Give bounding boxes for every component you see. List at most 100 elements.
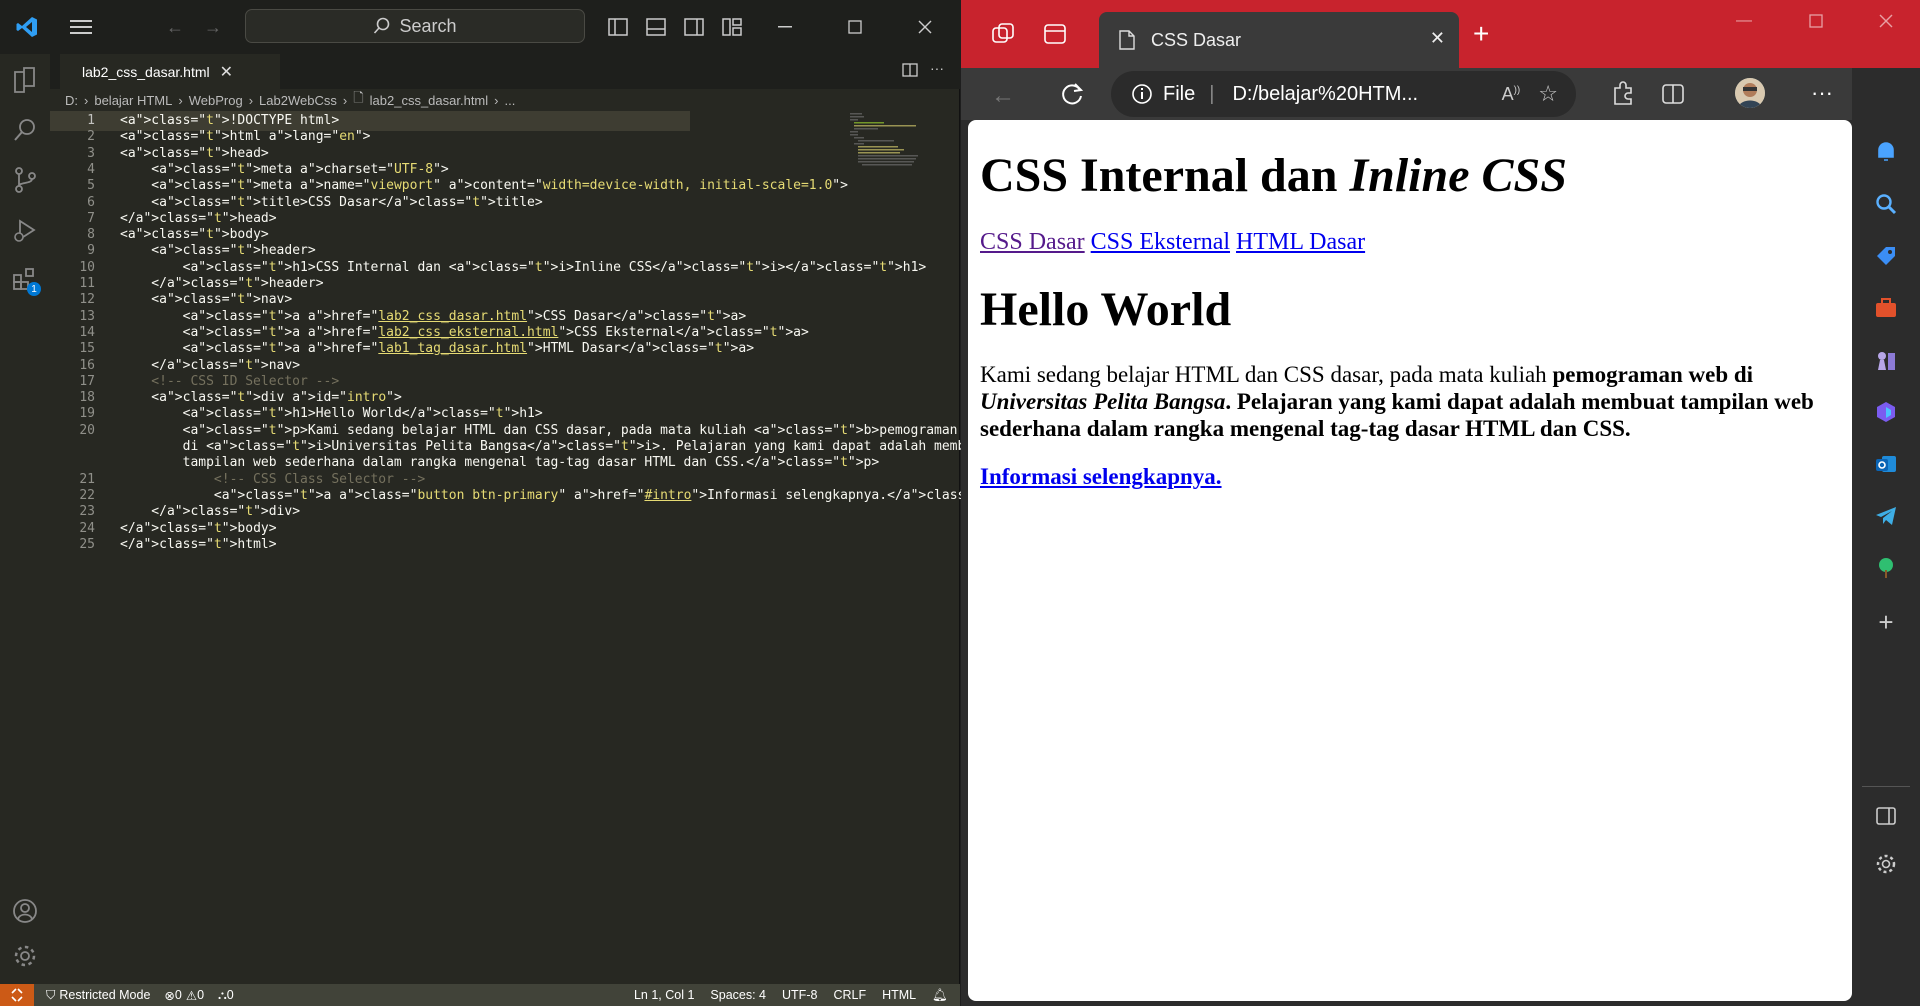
heading-plain: CSS Internal dan [980, 149, 1350, 202]
minimap[interactable] [850, 111, 945, 171]
search-activity-icon[interactable] [0, 105, 50, 155]
vscode-window: ← → Search 1 lab2_css_dasar.html ✕ ··· D… [0, 0, 1114, 1006]
toggle-panel-icon[interactable] [643, 14, 669, 40]
source-control-icon[interactable] [0, 155, 50, 205]
encoding-status[interactable]: UTF-8 [782, 988, 817, 1002]
breadcrumb-item[interactable]: lab2_css_dasar.html [370, 93, 489, 108]
customize-layout-icon[interactable] [719, 14, 745, 40]
nav-link-html-dasar[interactable]: HTML Dasar [1236, 229, 1365, 255]
code-line[interactable]: 25 </a">class="t">html> [50, 535, 850, 555]
tab-close-icon[interactable]: ✕ [220, 62, 233, 82]
paragraph-bold-text: pemograman web di [1552, 362, 1754, 387]
breadcrumb-item[interactable]: WebProg [189, 93, 243, 108]
shopping-tag-icon[interactable] [1866, 236, 1906, 276]
vscode-logo-icon [12, 12, 42, 42]
error-icon: ⊗ [164, 988, 175, 1003]
manage-gear-icon[interactable] [0, 931, 50, 981]
ports-count[interactable]: 0 [227, 988, 234, 1002]
file-icon: 🗋 [353, 90, 364, 105]
accounts-icon[interactable] [0, 886, 50, 936]
search-icon[interactable] [1866, 184, 1906, 224]
chevron-right-icon: › [342, 92, 348, 108]
settings-more-icon[interactable]: ··· [1811, 80, 1833, 106]
favorite-star-icon[interactable]: ☆ [1538, 81, 1558, 107]
maximize-icon[interactable] [840, 12, 870, 42]
tree-app-icon[interactable] [1866, 548, 1906, 588]
vertical-tabs-icon[interactable] [1043, 22, 1067, 51]
nav-link-css-eksternal[interactable]: CSS Eksternal [1091, 229, 1230, 255]
extensions-icon[interactable] [1611, 80, 1635, 112]
address-bar[interactable]: File | D:/belajar%20HTM... A)) ☆ [1111, 71, 1576, 117]
separator: | [1209, 82, 1215, 105]
chevron-right-icon: › [178, 92, 183, 108]
toggle-secondary-sidebar-icon[interactable] [681, 14, 707, 40]
indentation-status[interactable]: Spaces: 4 [710, 988, 766, 1002]
avatar[interactable] [1735, 78, 1765, 108]
eol-status[interactable]: CRLF [833, 988, 866, 1002]
outlook-icon[interactable] [1866, 444, 1906, 484]
intro-paragraph: Kami sedang belajar HTML dan CSS dasar, … [980, 361, 1840, 442]
breadcrumb: D: › belajar HTML › WebProg › Lab2WebCss › 🗋… [50, 89, 950, 111]
toggle-primary-sidebar-icon[interactable] [605, 14, 631, 40]
tab-close-icon[interactable]: ✕ [1430, 28, 1445, 49]
status-bar: ⛉ Restricted Mode ⊗ 0 ⚠ 0 ⛬ 0 Ln 1, Col … [0, 984, 960, 1006]
split-screen-icon[interactable] [1661, 82, 1685, 111]
nav-link-css-dasar[interactable]: CSS Dasar [980, 229, 1085, 255]
breadcrumb-item[interactable]: ... [505, 93, 516, 108]
heading-italic: Inline CSS [1349, 149, 1567, 202]
page-heading: CSS Internal dan Inline CSS [980, 148, 1840, 203]
explorer-icon[interactable] [0, 55, 50, 105]
menu-icon[interactable] [66, 12, 96, 42]
info-link[interactable]: Informasi selengkapnya. [980, 464, 1222, 489]
cursor-position[interactable]: Ln 1, Col 1 [634, 988, 694, 1002]
code-editor[interactable]: 1 <a">class="t">!DOCTYPE html> 2 <a">class=… [50, 111, 1114, 981]
notifications-bell-icon[interactable]: 🔔︎ [932, 988, 948, 1003]
hide-sidebar-icon[interactable] [1866, 796, 1906, 836]
minimize-icon[interactable]: — [1736, 12, 1752, 30]
edge-toolbar: ← File | D:/belajar%20HTM... A)) ☆ ··· [961, 68, 1920, 120]
back-arrow-icon[interactable]: ← [991, 82, 1015, 110]
tab-css-dasar[interactable]: CSS Dasar ✕ [1099, 12, 1459, 68]
refresh-icon[interactable] [1059, 81, 1085, 112]
extensions-icon[interactable]: 1 [0, 255, 50, 305]
add-sidebar-app-icon[interactable]: + [1866, 602, 1906, 642]
read-aloud-icon[interactable]: A)) [1502, 84, 1521, 105]
tab-title: CSS Dasar [1151, 29, 1242, 50]
url-text[interactable]: D:/belajar%20HTM... [1232, 83, 1418, 106]
problems-count[interactable]: 0 [175, 988, 182, 1002]
microsoft-365-icon[interactable] [1866, 392, 1906, 432]
tools-briefcase-icon[interactable] [1866, 288, 1906, 328]
split-editor-icon[interactable] [902, 62, 918, 81]
new-tab-icon[interactable]: + [1473, 18, 1489, 50]
run-debug-icon[interactable] [0, 205, 50, 255]
workspaces-icon[interactable] [991, 22, 1015, 51]
breadcrumb-item[interactable]: belajar HTML [94, 93, 172, 108]
minimize-icon[interactable] [770, 12, 800, 42]
close-icon[interactable] [910, 12, 940, 42]
warning-icon: ⚠ [185, 988, 198, 1003]
language-mode[interactable]: HTML [882, 988, 916, 1002]
command-search-box[interactable]: Search [245, 9, 585, 43]
tab-lab2-css-dasar[interactable]: lab2_css_dasar.html ✕ [60, 54, 280, 89]
maximize-icon[interactable] [1809, 14, 1823, 33]
back-arrow-icon[interactable]: ← [160, 12, 190, 42]
ports-icon: ⛬ [218, 987, 227, 1002]
sidebar-settings-gear-icon[interactable] [1866, 844, 1906, 884]
telegram-icon[interactable] [1866, 496, 1906, 536]
warnings-count[interactable]: 0 [197, 988, 204, 1002]
remote-icon[interactable] [0, 984, 34, 1006]
forward-arrow-icon[interactable]: → [198, 12, 228, 42]
close-icon[interactable] [1879, 14, 1893, 33]
more-actions-icon[interactable]: ··· [930, 60, 944, 76]
games-chess-icon[interactable] [1866, 340, 1906, 380]
editor-tabs: lab2_css_dasar.html ✕ ··· [50, 54, 960, 89]
line-number: 25 [79, 536, 95, 552]
extensions-badge: 1 [27, 282, 41, 296]
edge-window: CSS Dasar ✕ + — ← File | D:/belajar%20HT… [961, 0, 1920, 1006]
restricted-mode-status[interactable]: Restricted Mode [59, 988, 150, 1002]
info-icon[interactable] [1131, 83, 1153, 105]
breadcrumb-item[interactable]: Lab2WebCss [259, 93, 337, 108]
paragraph-university: Universitas Pelita Bangsa [980, 389, 1226, 414]
notifications-bell-icon[interactable] [1866, 132, 1906, 172]
breadcrumb-item[interactable]: D: [65, 93, 78, 108]
